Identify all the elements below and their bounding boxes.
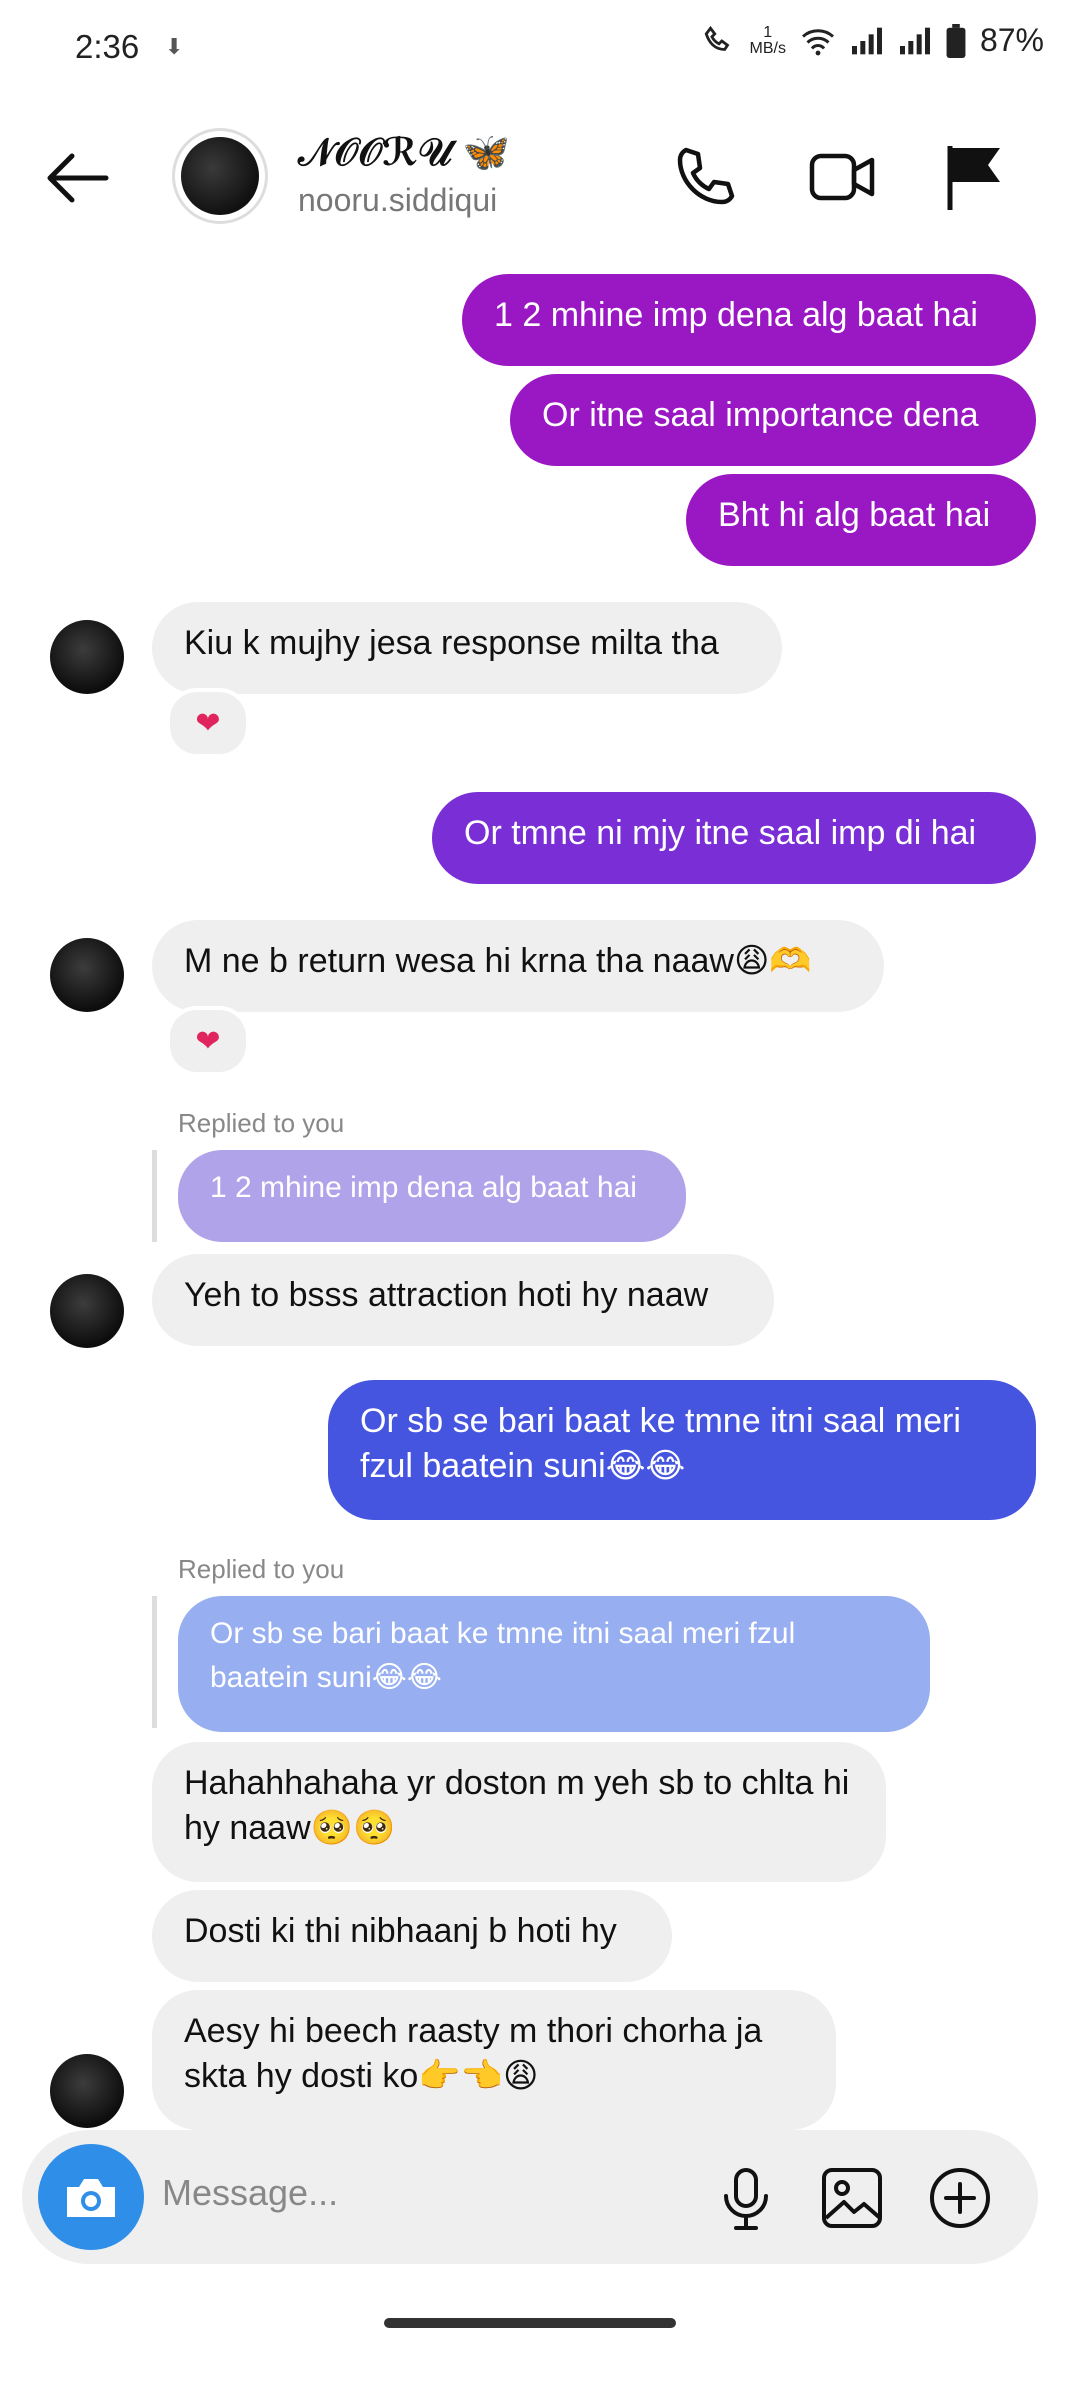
replied-label: Replied to you bbox=[178, 1554, 345, 1584]
contact-username[interactable]: nooru.siddiqui bbox=[298, 182, 497, 219]
sender-avatar[interactable] bbox=[50, 2054, 124, 2128]
heart-reaction[interactable]: ❤ bbox=[166, 1006, 250, 1076]
status-bar: 2:36 ⬇ 1 MB/s 87% bbox=[0, 0, 1080, 96]
message-incoming[interactable]: M ne b return wesa hi krna tha naaw😩🫶 bbox=[152, 920, 884, 1012]
contact-display-name[interactable]: 𝒩𝒪𝒪ℛ𝒰 🦋 bbox=[298, 130, 510, 175]
battery-percent: 87% bbox=[979, 22, 1044, 58]
signal-icon-1 bbox=[851, 27, 882, 54]
profile-avatar[interactable] bbox=[172, 128, 268, 224]
message-incoming[interactable]: Aesy hi beech raasty m thori chorha ja s… bbox=[152, 1990, 836, 2130]
home-indicator[interactable] bbox=[384, 2318, 676, 2328]
message-outgoing[interactable]: 1 2 mhine imp dena alg baat hai bbox=[462, 274, 1036, 366]
message-incoming[interactable]: Hahahhahaha yr doston m yeh sb to chlta … bbox=[152, 1742, 886, 1882]
camera-icon bbox=[67, 2179, 115, 2217]
message-incoming[interactable]: Kiu k mujhy jesa response milta tha bbox=[152, 602, 782, 694]
heart-reaction[interactable]: ❤ bbox=[166, 688, 250, 758]
message-composer: Message... bbox=[22, 2130, 1038, 2264]
message-outgoing[interactable]: Bht hi alg baat hai bbox=[686, 474, 1036, 566]
battery-icon bbox=[946, 23, 966, 58]
reply-line bbox=[152, 1596, 157, 1728]
replied-label: Replied to you bbox=[178, 1108, 345, 1138]
message-outgoing[interactable]: Or tmne ni mjy itne saal imp di hai bbox=[432, 792, 1036, 884]
message-incoming[interactable]: Yeh to bsss attraction hoti hy naaw bbox=[152, 1254, 774, 1346]
quoted-message[interactable]: Or sb se bari baat ke tmne itni saal mer… bbox=[178, 1596, 930, 1732]
back-arrow-icon[interactable] bbox=[42, 148, 112, 208]
sender-avatar[interactable] bbox=[50, 938, 124, 1012]
message-outgoing[interactable]: Or sb se bari baat ke tmne itni saal mer… bbox=[328, 1380, 1036, 1520]
signal-icon-2 bbox=[899, 27, 930, 54]
sender-avatar[interactable] bbox=[50, 620, 124, 694]
flag-icon[interactable] bbox=[940, 142, 1010, 212]
message-incoming[interactable]: Dosti ki thi nibhaanj b hoti hy bbox=[152, 1890, 672, 1982]
video-call-icon[interactable] bbox=[808, 142, 878, 212]
chat-header: 𝒩𝒪𝒪ℛ𝒰 🦋 nooru.siddiqui bbox=[0, 120, 1080, 240]
message-input[interactable]: Message... bbox=[162, 2172, 338, 2214]
microphone-icon[interactable] bbox=[712, 2164, 780, 2232]
call-signal-icon bbox=[704, 25, 729, 51]
phone-icon[interactable] bbox=[670, 142, 740, 212]
download-icon: ⬇ bbox=[165, 34, 184, 59]
sender-avatar[interactable] bbox=[50, 1274, 124, 1348]
status-right: 1 MB/s 87% bbox=[702, 22, 1044, 59]
quoted-message[interactable]: 1 2 mhine imp dena alg baat hai bbox=[178, 1150, 686, 1242]
message-outgoing[interactable]: Or itne saal importance dena bbox=[510, 374, 1036, 466]
add-icon[interactable] bbox=[926, 2164, 994, 2232]
reply-line bbox=[152, 1150, 157, 1242]
gallery-icon[interactable] bbox=[818, 2164, 886, 2232]
network-speed: 1 MB/s bbox=[749, 23, 786, 57]
status-time: 2:36 bbox=[75, 28, 140, 65]
wifi-icon bbox=[801, 28, 834, 55]
camera-button[interactable] bbox=[38, 2144, 144, 2250]
